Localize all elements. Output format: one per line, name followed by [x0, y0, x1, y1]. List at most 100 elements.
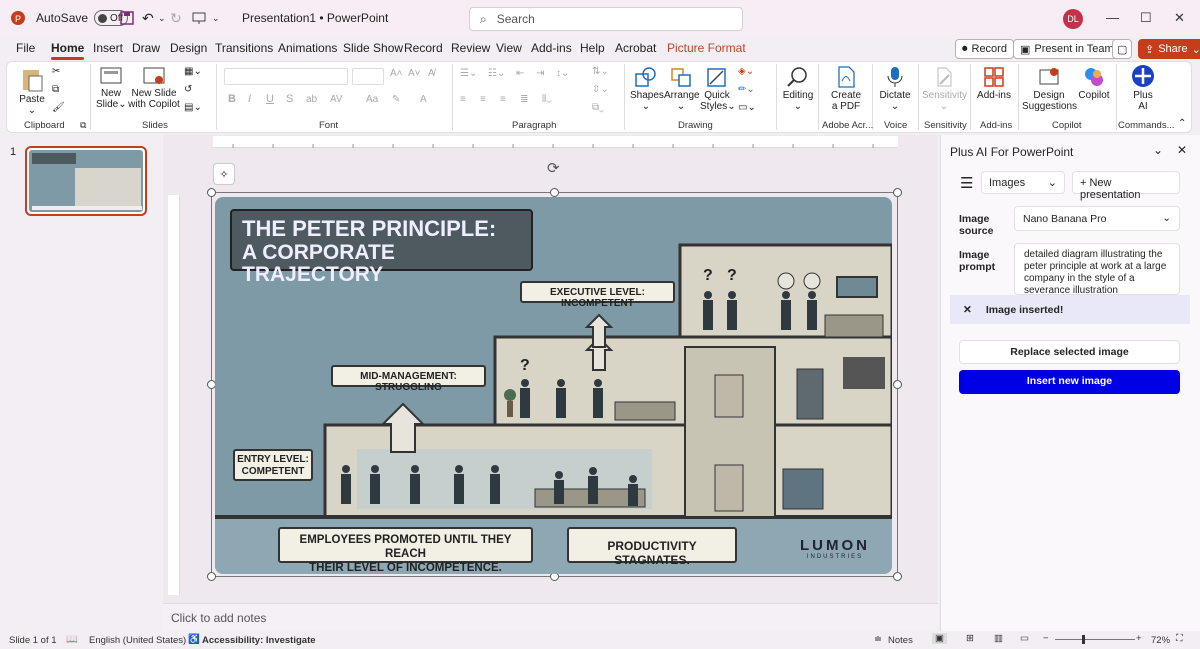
designer-sparkle-icon[interactable]: ✧ [213, 163, 235, 185]
slideshow-icon[interactable]: ▭ [1020, 633, 1029, 644]
strikethrough-icon[interactable]: S [286, 94, 293, 105]
notes-pane[interactable]: Click to add notes [163, 603, 938, 631]
quick-styles-button[interactable]: Quick Styles⌄ [700, 66, 736, 112]
record-button[interactable]: ⏺ Record [955, 39, 1014, 59]
menu-file[interactable]: File [16, 41, 35, 55]
search-input[interactable]: ⌕ Search [469, 7, 743, 31]
toast-close-icon[interactable]: ✕ [963, 304, 972, 316]
bullets-icon[interactable]: ☰⌄ [460, 68, 477, 79]
maximize-icon[interactable]: ☐ [1140, 10, 1152, 26]
slide-thumbnail[interactable] [25, 146, 147, 216]
menu-draw[interactable]: Draw [132, 41, 160, 55]
menu-acrobat[interactable]: Acrobat [615, 41, 656, 55]
italic-icon[interactable]: I [248, 94, 251, 105]
hamburger-menu-icon[interactable]: ☰ [960, 174, 973, 192]
clear-format-icon[interactable]: A̸ [428, 68, 435, 79]
reading-view-icon[interactable]: ▥ [994, 633, 1003, 644]
notes-toggle[interactable]: Notes [888, 635, 913, 646]
notes-icon[interactable]: ≐ [874, 634, 882, 645]
menu-design[interactable]: Design [170, 41, 207, 55]
pane-close-icon[interactable]: ✕ [1177, 143, 1187, 157]
font-size-select[interactable] [352, 68, 384, 85]
present-in-teams-button[interactable]: ▣ Present in Teams [1013, 39, 1127, 59]
align-text-icon[interactable]: ⇳⌄ [592, 84, 609, 95]
justify-icon[interactable]: ≣ [520, 94, 528, 105]
image-source-select[interactable]: Nano Banana Pro ⌄ [1014, 206, 1180, 231]
decrease-indent-icon[interactable]: ⇤ [516, 68, 524, 79]
avatar[interactable]: DL [1063, 9, 1083, 29]
decrease-font-icon[interactable]: A˅ [408, 68, 421, 79]
comments-button[interactable]: ▢ [1112, 39, 1133, 59]
increase-indent-icon[interactable]: ⇥ [536, 68, 544, 79]
mode-select[interactable]: Images ⌄ [981, 171, 1065, 194]
zoom-out-icon[interactable]: − [1043, 633, 1049, 644]
increase-font-icon[interactable]: A˄ [390, 68, 403, 79]
menu-help[interactable]: Help [580, 41, 605, 55]
menu-transitions[interactable]: Transitions [215, 41, 273, 55]
copilot-button[interactable]: Copilot [1078, 66, 1110, 101]
customize-qat-icon[interactable]: ⌄ [212, 0, 220, 36]
create-pdf-button[interactable]: Create a PDF [826, 66, 866, 112]
new-slide-button[interactable]: New Slide⌄ [96, 66, 127, 110]
insert-new-image-button[interactable]: Insert new image [959, 370, 1180, 394]
new-presentation-button[interactable]: + New presentation [1072, 171, 1180, 201]
layout-icon[interactable]: ▦⌄ [184, 66, 202, 77]
resize-handle-r[interactable] [893, 380, 902, 389]
collapse-ribbon-icon[interactable]: ⌃ [1178, 118, 1186, 129]
reset-icon[interactable]: ↺ [184, 84, 192, 95]
zoom-level[interactable]: 72% [1151, 635, 1170, 646]
underline-icon[interactable]: U [266, 94, 274, 105]
resize-handle-tl[interactable] [207, 188, 216, 197]
accessibility-icon[interactable]: ♿ [188, 634, 200, 645]
numbering-icon[interactable]: ☷⌄ [488, 68, 505, 79]
align-center-icon[interactable]: ≡ [480, 94, 486, 105]
line-spacing-icon[interactable]: ↕⌄ [556, 68, 569, 79]
dialog-launcher-icon[interactable]: ⧉ [80, 120, 86, 131]
new-slide-copilot-button[interactable]: New Slide with Copilot [128, 66, 180, 110]
pane-options-chevron-icon[interactable]: ⌄ [1153, 143, 1163, 157]
design-suggestions-button[interactable]: Design Suggestions [1022, 66, 1077, 112]
menu-home[interactable]: Home [51, 41, 85, 60]
undo-dropdown-icon[interactable]: ⌄ [158, 0, 166, 36]
text-direction-icon[interactable]: ⇅⌄ [592, 66, 609, 77]
change-case-icon[interactable]: Aa [366, 94, 378, 105]
dictate-button[interactable]: Dictate ⌄ [878, 66, 912, 112]
font-name-select[interactable] [224, 68, 348, 85]
addins-button[interactable]: Add-ins [976, 66, 1012, 101]
resize-handle-tr[interactable] [893, 188, 902, 197]
rotate-handle-icon[interactable]: ⟳ [547, 159, 560, 177]
menu-review[interactable]: Review [451, 41, 490, 55]
fit-to-window-icon[interactable]: ⛶ [1176, 633, 1183, 644]
columns-icon[interactable]: ⫴⌄ [542, 94, 552, 105]
shape-outline-icon[interactable]: ✏⌄ [738, 84, 755, 95]
menu-slide-show[interactable]: Slide Show [343, 41, 403, 55]
smartart-icon[interactable]: ⧉⌄ [592, 102, 604, 113]
font-color-icon[interactable]: A [420, 94, 427, 105]
shadow-icon[interactable]: ab [306, 94, 317, 105]
replace-selected-image-button[interactable]: Replace selected image [959, 340, 1180, 364]
align-left-icon[interactable]: ≡ [460, 94, 466, 105]
plus-ai-button[interactable]: Plus AI [1128, 64, 1158, 112]
zoom-in-icon[interactable]: + [1136, 633, 1142, 644]
resize-handle-br[interactable] [893, 572, 902, 581]
menu-animations[interactable]: Animations [278, 41, 337, 55]
resize-handle-t[interactable] [550, 188, 559, 197]
share-button[interactable]: ⇪ Share ⌄ [1138, 39, 1200, 59]
slide-image[interactable]: THE PETER PRINCIPLE: A CORPORATE TRAJECT… [215, 197, 892, 574]
normal-view-icon[interactable]: ▣ [932, 633, 947, 644]
menu-addins[interactable]: Add-ins [531, 41, 572, 55]
close-icon[interactable]: ✕ [1174, 10, 1185, 26]
editing-button[interactable]: Editing ⌄ [782, 66, 814, 112]
menu-picture-format[interactable]: Picture Format [667, 41, 746, 55]
format-painter-icon[interactable]: 🖌 [52, 102, 65, 113]
copy-icon[interactable]: ⧉ [52, 84, 59, 95]
menu-insert[interactable]: Insert [93, 41, 123, 55]
slide-sorter-icon[interactable]: ⊞ [966, 633, 974, 644]
paste-button[interactable]: Paste ⌄ [16, 66, 48, 116]
shape-effects-icon[interactable]: ▭⌄ [738, 102, 756, 113]
present-icon[interactable] [192, 0, 206, 36]
align-right-icon[interactable]: ≡ [500, 94, 506, 105]
cut-icon[interactable]: ✂ [52, 66, 60, 77]
sensitivity-button[interactable]: Sensitivity ⌄ [922, 66, 967, 112]
section-icon[interactable]: ▤⌄ [184, 102, 202, 113]
